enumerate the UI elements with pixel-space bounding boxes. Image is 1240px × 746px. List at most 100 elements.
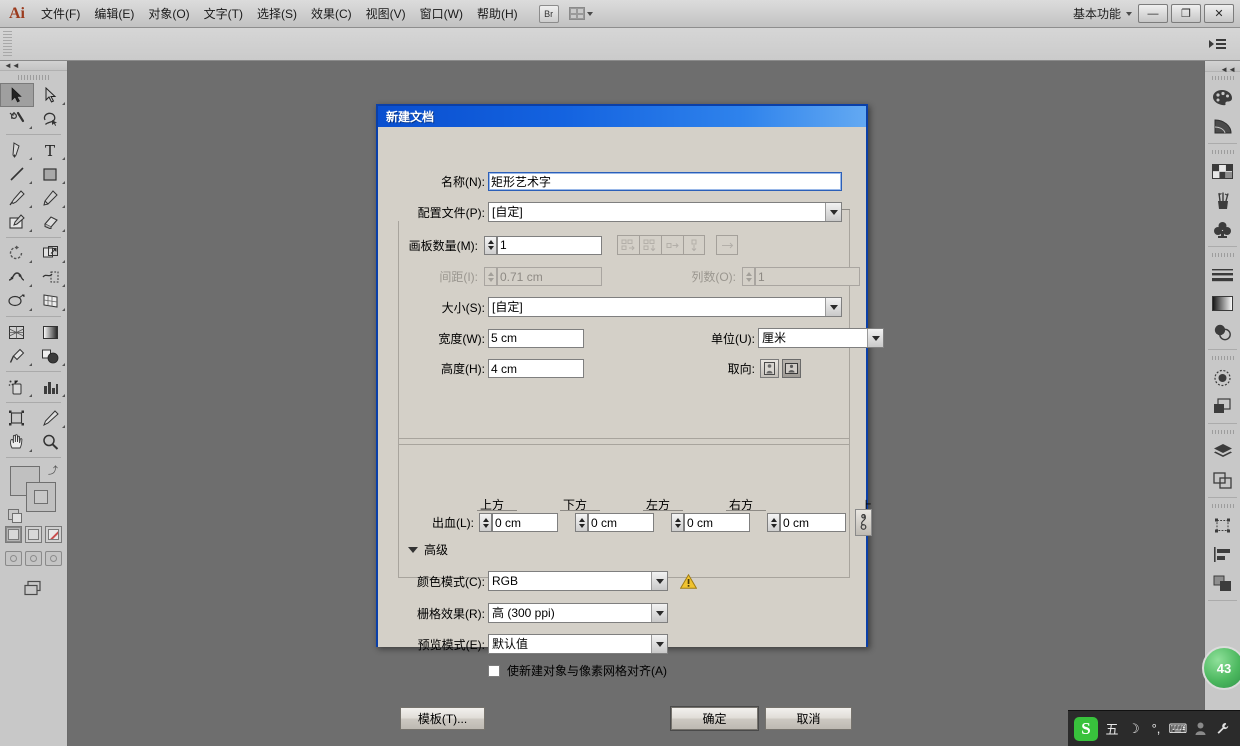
align-pixel-row[interactable]: 使新建对象与像素网格对齐(A) [488, 662, 667, 679]
panel-color[interactable] [1205, 83, 1240, 112]
dock-group-grip[interactable] [1205, 500, 1240, 511]
arrange-direction-icon[interactable] [716, 235, 738, 255]
tool-lasso[interactable] [34, 107, 68, 131]
panel-graphic-styles[interactable] [1205, 392, 1240, 421]
arrange-by-column-icon[interactable] [683, 235, 705, 255]
artboards-input[interactable] [497, 235, 602, 255]
tool-rectangle[interactable] [34, 162, 68, 186]
dialog-title-bar[interactable]: 新建文档 [378, 106, 866, 127]
menu-effect[interactable]: 效果(C) [304, 3, 359, 25]
menu-help[interactable]: 帮助(H) [470, 3, 525, 25]
arrange-grid-by-column-icon[interactable] [639, 235, 661, 255]
menu-window[interactable]: 窗口(W) [413, 3, 470, 25]
tool-slice[interactable] [34, 406, 68, 430]
drawing-mode-behind[interactable] [25, 551, 42, 566]
panel-brushes[interactable] [1205, 186, 1240, 215]
tool-selection[interactable] [0, 83, 34, 107]
menu-type[interactable]: 文字(T) [197, 3, 250, 25]
tools-collapse-button[interactable]: ◄◄ [0, 61, 67, 71]
panel-artboards[interactable] [1205, 466, 1240, 495]
color-mode-select[interactable]: RGB [488, 571, 668, 591]
width-input[interactable] [488, 328, 584, 348]
tool-zoom[interactable] [34, 430, 68, 454]
status-badge[interactable]: 43 [1202, 646, 1240, 690]
tool-column-graph[interactable] [34, 375, 68, 399]
panel-transparency[interactable] [1205, 318, 1240, 347]
screen-mode-toggle[interactable] [0, 580, 67, 597]
cancel-button[interactable]: 取消 [765, 707, 852, 730]
height-input[interactable] [488, 359, 584, 378]
swap-fill-stroke-icon[interactable]: ⤴ [48, 462, 58, 477]
tool-perspective-grid[interactable] [34, 289, 68, 313]
ok-button[interactable]: 确定 [671, 707, 758, 730]
tool-eyedropper[interactable] [0, 344, 34, 368]
tool-rotate[interactable] [0, 241, 34, 265]
orientation-landscape-button[interactable] [782, 359, 801, 378]
dock-group-grip[interactable] [1205, 146, 1240, 157]
dock-group-grip[interactable] [1205, 352, 1240, 363]
drawing-mode-inside[interactable] [45, 551, 62, 566]
color-fill-button[interactable] [5, 526, 22, 543]
tool-blend[interactable] [34, 344, 68, 368]
tool-paintbrush[interactable] [0, 186, 34, 210]
tool-blob-brush[interactable] [0, 210, 34, 234]
panel-layers[interactable] [1205, 437, 1240, 466]
panel-transform[interactable] [1205, 511, 1240, 540]
fill-stroke-control[interactable]: ⤴ [8, 462, 59, 523]
ime-mode-label[interactable]: 五 [1104, 719, 1120, 738]
panel-align[interactable] [1205, 540, 1240, 569]
wrench-icon[interactable] [1214, 722, 1230, 735]
default-fill-stroke-icon[interactable] [8, 509, 22, 523]
tool-pen[interactable] [0, 138, 34, 162]
advanced-header[interactable]: 高级 [402, 541, 455, 558]
tool-shape-builder[interactable] [34, 265, 68, 289]
size-select[interactable]: [自定] [488, 297, 842, 317]
tool-hand[interactable] [0, 430, 34, 454]
workspace-switcher[interactable]: 基本功能 [1073, 5, 1138, 22]
tool-gradient[interactable] [34, 320, 68, 344]
menu-edit[interactable]: 编辑(E) [87, 3, 141, 25]
tool-mesh[interactable] [0, 320, 34, 344]
panel-gradient[interactable] [1205, 289, 1240, 318]
restore-button[interactable]: ❐ [1171, 4, 1201, 23]
tool-line-segment[interactable] [0, 162, 34, 186]
raster-select[interactable]: 高 (300 ppi) [488, 603, 668, 623]
menu-object[interactable]: 对象(O) [141, 3, 196, 25]
arrange-documents-button[interactable] [568, 7, 593, 20]
keyboard-icon[interactable]: ⌨ [1169, 721, 1188, 737]
align-pixel-checkbox[interactable] [488, 664, 500, 677]
dock-collapse-button[interactable]: ◄◄ [1205, 61, 1240, 74]
dock-group-grip[interactable] [1205, 249, 1240, 260]
artboards-stepper[interactable] [484, 235, 497, 255]
arrange-by-row-icon[interactable] [661, 235, 683, 255]
tool-magic-wand[interactable] [0, 107, 34, 131]
link-bleed-values-button[interactable] [855, 509, 872, 536]
tool-type[interactable]: T [34, 138, 68, 162]
document-name-input[interactable] [488, 172, 842, 191]
control-bar-grip[interactable] [3, 31, 12, 57]
punctuation-icon[interactable]: °, [1148, 721, 1164, 736]
tool-eraser[interactable] [34, 210, 68, 234]
preview-select[interactable]: 默认值 [488, 634, 668, 654]
dock-group-grip[interactable] [1205, 426, 1240, 437]
panel-color-guide[interactable] [1205, 112, 1240, 141]
sogou-logo-icon[interactable]: S [1074, 716, 1098, 741]
tool-pencil[interactable] [34, 186, 68, 210]
control-panel-menu-icon[interactable] [1209, 39, 1226, 49]
tool-artboard[interactable] [0, 406, 34, 430]
panel-swatches[interactable] [1205, 157, 1240, 186]
units-select[interactable]: 厘米 [758, 328, 884, 348]
template-button[interactable]: 模板(T)... [400, 707, 485, 730]
tool-symbol-sprayer[interactable] [0, 375, 34, 399]
tools-grip[interactable] [0, 71, 67, 83]
panel-symbols[interactable] [1205, 215, 1240, 244]
panel-stroke[interactable] [1205, 260, 1240, 289]
tool-scale[interactable] [34, 241, 68, 265]
profile-select[interactable]: [自定] [488, 202, 842, 222]
menu-select[interactable]: 选择(S) [250, 3, 304, 25]
menu-view[interactable]: 视图(V) [359, 3, 413, 25]
tool-width[interactable] [0, 265, 34, 289]
close-button[interactable]: ✕ [1204, 4, 1234, 23]
menu-file[interactable]: 文件(F) [34, 3, 87, 25]
panel-pathfinder[interactable] [1205, 569, 1240, 598]
